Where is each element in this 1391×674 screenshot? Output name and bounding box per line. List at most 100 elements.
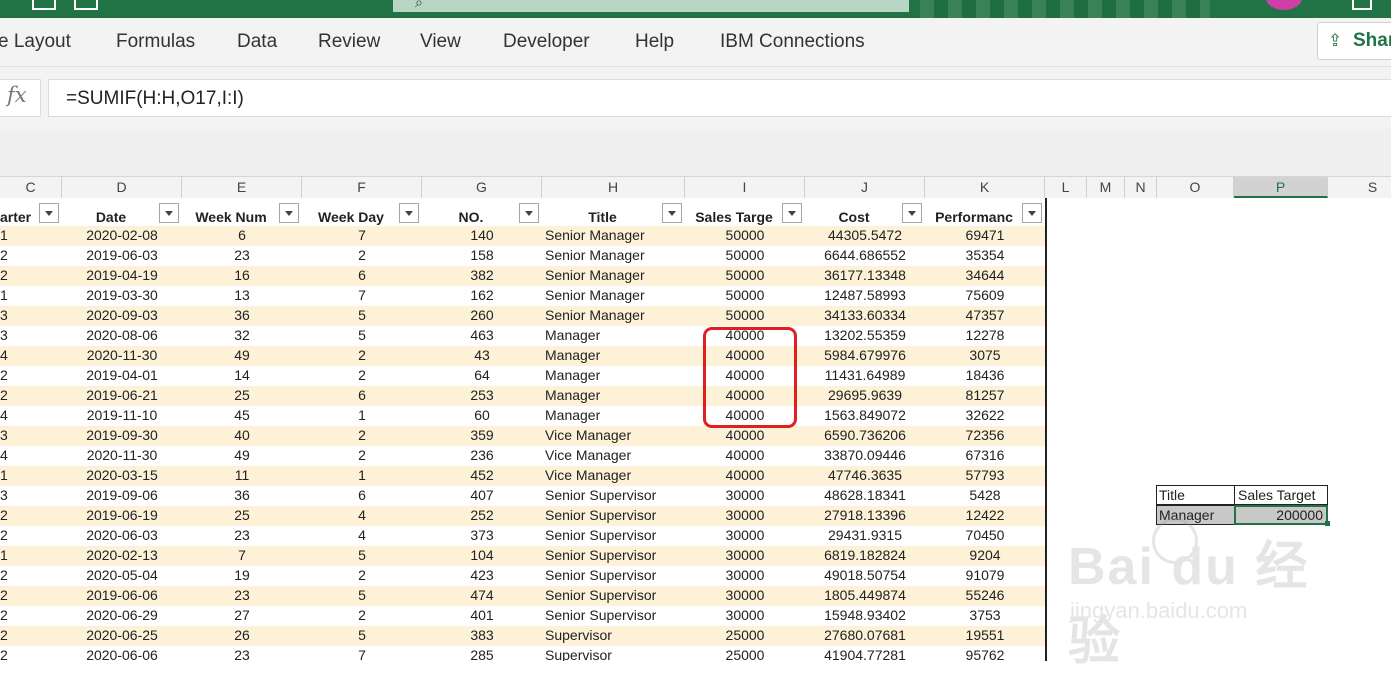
cell-cost[interactable]: 12487.58993 xyxy=(805,286,925,306)
cell-sales-target[interactable]: 30000 xyxy=(685,566,805,586)
column-header-d[interactable]: D xyxy=(62,177,182,198)
cell-sales-target[interactable]: 40000 xyxy=(685,426,805,446)
cell-sales-target[interactable]: 30000 xyxy=(685,526,805,546)
cell-no[interactable]: 236 xyxy=(422,446,542,466)
filter-dropdown-icon[interactable] xyxy=(662,203,682,223)
cell-week-day[interactable]: 2 xyxy=(302,426,422,446)
cell-week-day[interactable]: 6 xyxy=(302,266,422,286)
cell-cost[interactable]: 41904.77281 xyxy=(805,646,925,661)
cell-week-day[interactable]: 4 xyxy=(302,506,422,526)
cell-week-num[interactable]: 23 xyxy=(182,646,302,661)
column-header-c[interactable]: C xyxy=(0,177,62,198)
cell-sales-target[interactable]: 50000 xyxy=(685,226,805,246)
cell-performance[interactable]: 70450 xyxy=(925,526,1045,546)
cell-week-day[interactable]: 2 xyxy=(302,446,422,466)
cell-date[interactable]: 2019-03-30 xyxy=(62,286,182,306)
cell-quarter[interactable]: 2 xyxy=(0,646,62,661)
filter-dropdown-icon[interactable] xyxy=(782,203,802,223)
cell-cost[interactable]: 29695.9639 xyxy=(805,386,925,406)
cell-title[interactable]: Senior Supervisor xyxy=(542,526,685,546)
cell-week-num[interactable]: 36 xyxy=(182,486,302,506)
cell-date[interactable]: 2020-08-06 xyxy=(62,326,182,346)
column-header-n[interactable]: N xyxy=(1125,177,1157,198)
cell-title[interactable]: Supervisor xyxy=(542,626,685,646)
cell-no[interactable]: 474 xyxy=(422,586,542,606)
cell-quarter[interactable]: 2 xyxy=(0,566,62,586)
cell-cost[interactable]: 6819.182824 xyxy=(805,546,925,566)
cell-title[interactable]: Vice Manager xyxy=(542,446,685,466)
cell-week-num[interactable]: 11 xyxy=(182,466,302,486)
cell-week-num[interactable]: 7 xyxy=(182,546,302,566)
cell-week-num[interactable]: 23 xyxy=(182,526,302,546)
cell-performance[interactable]: 12278 xyxy=(925,326,1045,346)
cell-date[interactable]: 2020-06-06 xyxy=(62,646,182,661)
column-header-o[interactable]: O xyxy=(1157,177,1234,198)
cell-week-num[interactable]: 40 xyxy=(182,426,302,446)
cell-performance[interactable]: 5428 xyxy=(925,486,1045,506)
cell-cost[interactable]: 44305.5472 xyxy=(805,226,925,246)
cell-title[interactable]: Senior Manager xyxy=(542,306,685,326)
cell-quarter[interactable]: 2 xyxy=(0,246,62,266)
cell-performance[interactable]: 81257 xyxy=(925,386,1045,406)
cell-no[interactable]: 452 xyxy=(422,466,542,486)
cell-title[interactable]: Vice Manager xyxy=(542,426,685,446)
cell-sales-target[interactable]: 50000 xyxy=(685,246,805,266)
cell-quarter[interactable]: 4 xyxy=(0,346,62,366)
cell-title[interactable]: Senior Supervisor xyxy=(542,606,685,626)
cell-week-day[interactable]: 4 xyxy=(302,526,422,546)
avatar[interactable] xyxy=(1266,0,1302,10)
cell-cost[interactable]: 5984.679976 xyxy=(805,346,925,366)
cell-quarter[interactable]: 2 xyxy=(0,366,62,386)
cell-no[interactable]: 253 xyxy=(422,386,542,406)
cell-cost[interactable]: 1805.449874 xyxy=(805,586,925,606)
cell-quarter[interactable]: 2 xyxy=(0,386,62,406)
filter-dropdown-icon[interactable] xyxy=(279,203,299,223)
cell-cost[interactable]: 27680.07681 xyxy=(805,626,925,646)
summary-title-value[interactable]: Manager xyxy=(1156,505,1235,525)
cell-title[interactable]: Senior Supervisor xyxy=(542,586,685,606)
cell-week-num[interactable]: 49 xyxy=(182,346,302,366)
cell-date[interactable]: 2020-11-30 xyxy=(62,346,182,366)
cell-title[interactable]: Senior Manager xyxy=(542,286,685,306)
cell-date[interactable]: 2019-06-06 xyxy=(62,586,182,606)
share-button[interactable]: ⇪ Shar xyxy=(1317,22,1391,60)
column-header-l[interactable]: L xyxy=(1045,177,1087,198)
cell-cost[interactable]: 29431.9315 xyxy=(805,526,925,546)
column-header-f[interactable]: F xyxy=(302,177,422,198)
cell-date[interactable]: 2020-02-13 xyxy=(62,546,182,566)
cell-quarter[interactable]: 2 xyxy=(0,266,62,286)
cell-week-day[interactable]: 2 xyxy=(302,366,422,386)
tab-review[interactable]: Review xyxy=(318,31,380,53)
cell-sales-target[interactable]: 25000 xyxy=(685,646,805,661)
cell-cost[interactable]: 6644.686552 xyxy=(805,246,925,266)
cell-cost[interactable]: 33870.09446 xyxy=(805,446,925,466)
cell-performance[interactable]: 3753 xyxy=(925,606,1045,626)
cell-performance[interactable]: 95762 xyxy=(925,646,1045,661)
tab-help[interactable]: Help xyxy=(635,31,674,53)
cell-week-day[interactable]: 7 xyxy=(302,646,422,661)
cell-week-day[interactable]: 5 xyxy=(302,586,422,606)
tab-data[interactable]: Data xyxy=(237,31,277,53)
cell-title[interactable]: Manager xyxy=(542,346,685,366)
cell-performance[interactable]: 35354 xyxy=(925,246,1045,266)
cell-no[interactable]: 260 xyxy=(422,306,542,326)
cell-week-day[interactable]: 2 xyxy=(302,246,422,266)
cell-cost[interactable]: 48628.18341 xyxy=(805,486,925,506)
cell-performance[interactable]: 91079 xyxy=(925,566,1045,586)
cell-performance[interactable]: 57793 xyxy=(925,466,1045,486)
cell-sales-target[interactable]: 30000 xyxy=(685,586,805,606)
cell-performance[interactable]: 18436 xyxy=(925,366,1045,386)
column-header-i[interactable]: I xyxy=(685,177,805,198)
column-header-g[interactable]: G xyxy=(422,177,542,198)
cell-no[interactable]: 463 xyxy=(422,326,542,346)
cell-date[interactable]: 2020-11-30 xyxy=(62,446,182,466)
cell-sales-target[interactable]: 50000 xyxy=(685,306,805,326)
cell-week-num[interactable]: 6 xyxy=(182,226,302,246)
cell-cost[interactable]: 34133.60334 xyxy=(805,306,925,326)
autosave-icon[interactable] xyxy=(32,0,56,10)
cell-week-num[interactable]: 19 xyxy=(182,566,302,586)
cell-date[interactable]: 2020-06-25 xyxy=(62,626,182,646)
cell-no[interactable]: 423 xyxy=(422,566,542,586)
cell-sales-target[interactable]: 30000 xyxy=(685,546,805,566)
cell-date[interactable]: 2019-06-19 xyxy=(62,506,182,526)
